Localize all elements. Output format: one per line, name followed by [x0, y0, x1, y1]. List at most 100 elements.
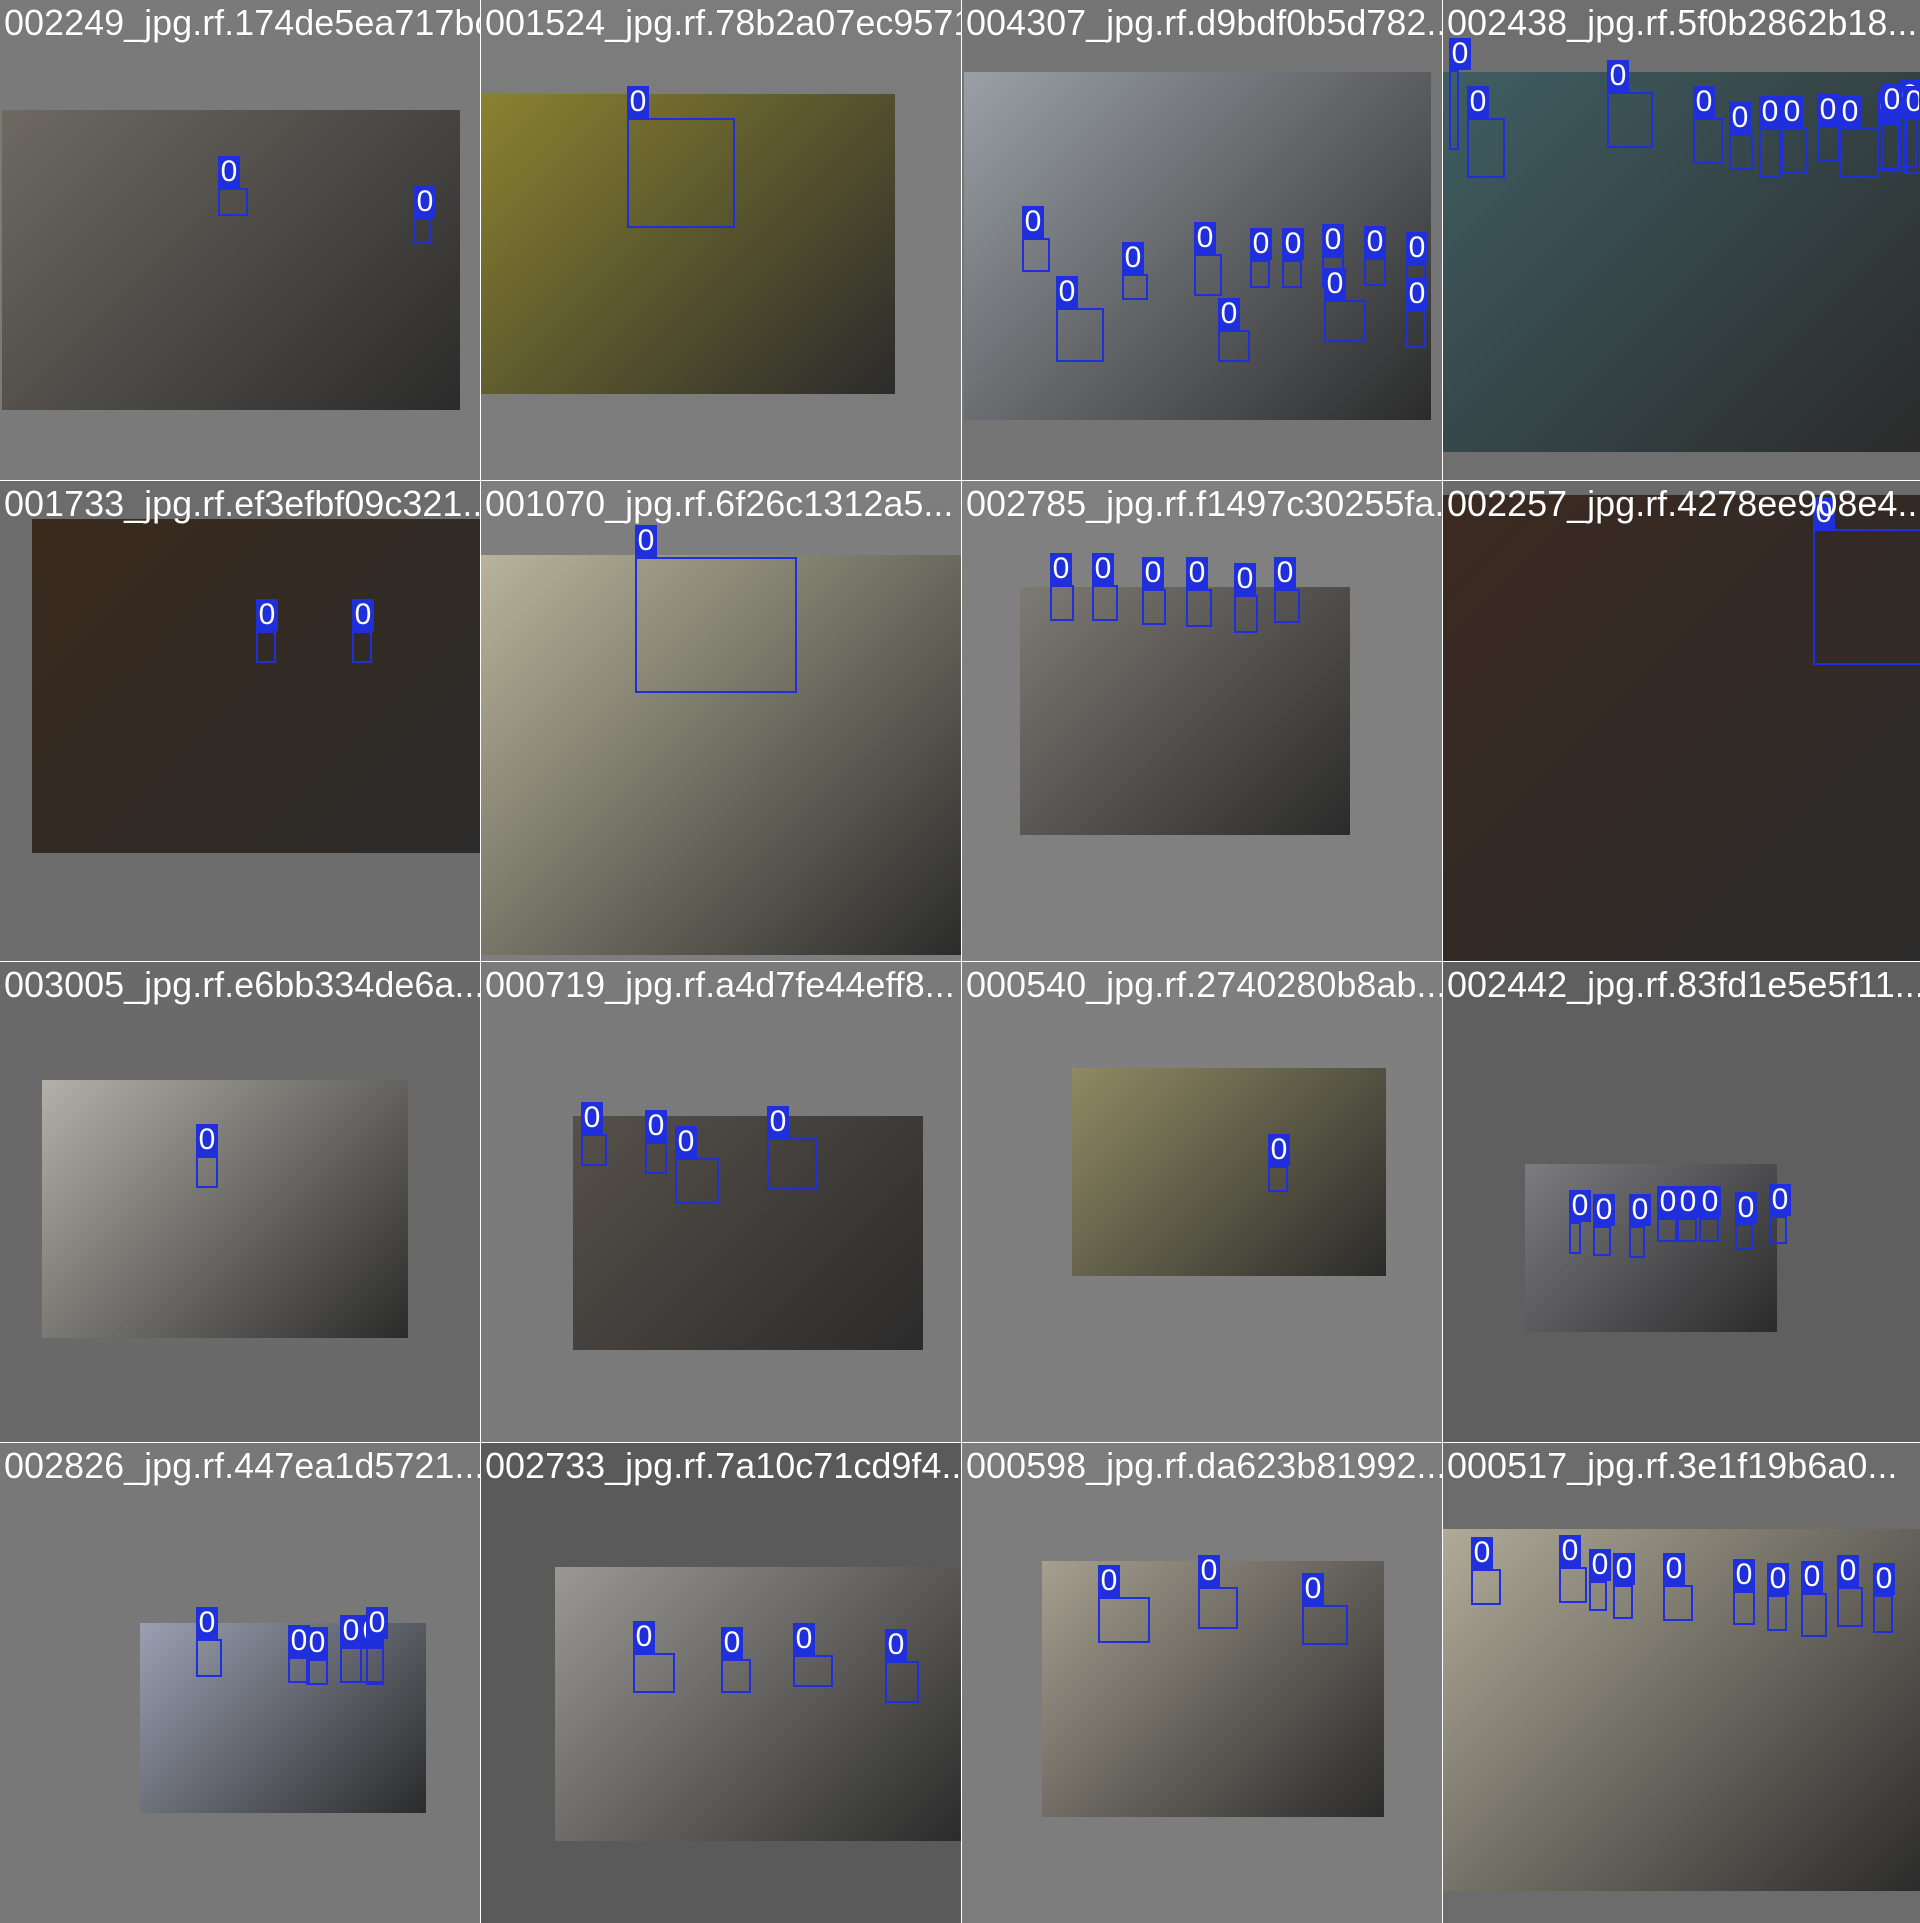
- detection-class-label: 0: [581, 1102, 603, 1134]
- detection-class-label: 0: [1693, 86, 1715, 118]
- detection-box: 0: [885, 1629, 919, 1703]
- image-tile: 0 0 0 0 0 0 0 0 0 0 0 0 004307_jpg.rf.d9bdf0b5d782..…: [962, 0, 1442, 480]
- sample-photo: [555, 1567, 961, 1841]
- detection-box: 0: [645, 1110, 667, 1174]
- image-tile: 0 0 002249_jpg.rf.174de5ea717bc...: [0, 0, 480, 480]
- tile-filename: 001070_jpg.rf.6f26c1312a5...: [485, 483, 954, 524]
- detection-box: 0: [1769, 1184, 1791, 1244]
- detection-class-label: 0: [218, 156, 240, 188]
- sample-photo: [32, 519, 480, 853]
- image-tile: 0 0 0 0 0 0 0 0 0 0 000517_jpg.rf.3e1f19b6a0...: [1443, 1443, 1920, 1923]
- detection-box: 0: [635, 525, 797, 693]
- detection-class-label: 0: [1406, 278, 1428, 310]
- detection-class-label: 0: [885, 1629, 907, 1661]
- detection-class-label: 0: [1274, 557, 1296, 589]
- detection-class-label: 0: [1234, 563, 1256, 595]
- detection-class-label: 0: [1186, 557, 1208, 589]
- detection-box: 0: [352, 599, 374, 663]
- detection-box: 0: [1657, 1186, 1679, 1242]
- detection-class-label: 0: [1194, 222, 1216, 254]
- detection-class-label: 0: [1406, 232, 1428, 264]
- detection-box: 0: [1677, 1186, 1699, 1242]
- detection-box: 0: [1693, 86, 1723, 164]
- image-tile: 00000000000000002438_jpg.rf.5f0b2862b18.…: [1443, 0, 1920, 480]
- detection-box: 0: [1817, 94, 1839, 162]
- detection-class-label: 0: [675, 1126, 697, 1158]
- detection-class-label: 0: [1050, 553, 1072, 585]
- detection-class-label: 0: [1607, 60, 1629, 92]
- tile-filename: 002826_jpg.rf.447ea1d5721...: [4, 1445, 480, 1486]
- detection-class-label: 0: [414, 186, 436, 218]
- detection-box: 0: [1050, 553, 1074, 621]
- detection-box: 0: [1759, 96, 1781, 178]
- detection-box: 0: [414, 186, 436, 244]
- image-tile: 0 001524_jpg.rf.78b2a07ec9571b7d...: [481, 0, 961, 480]
- tile-filename: 000719_jpg.rf.a4d7fe44eff8...: [485, 964, 955, 1005]
- detection-class-label: 0: [1324, 268, 1346, 300]
- detection-class-label: 0: [721, 1627, 743, 1659]
- detection-class-label: 0: [196, 1607, 218, 1639]
- detection-class-label: 0: [1322, 224, 1344, 256]
- detection-box: 0: [1559, 1535, 1587, 1603]
- detection-box: 0: [1364, 226, 1386, 286]
- detection-box: 0: [1589, 1549, 1611, 1611]
- image-tile: 0 003005_jpg.rf.e6bb334de6a...: [0, 962, 480, 1442]
- detection-class-label: 0: [1218, 298, 1240, 330]
- detection-box: 0: [1467, 86, 1505, 178]
- detection-box: 0: [1607, 60, 1653, 148]
- detection-class-label: 0: [767, 1106, 789, 1138]
- detection-class-label: 0: [1559, 1535, 1581, 1567]
- detection-box: 0: [581, 1102, 607, 1166]
- detection-class-label: 0: [645, 1110, 667, 1142]
- detection-class-label: 0: [1122, 242, 1144, 274]
- detection-box: 0: [1839, 96, 1879, 178]
- detection-class-label: 0: [1142, 557, 1164, 589]
- detection-class-label: 0: [1873, 1563, 1895, 1595]
- tile-filename: 002249_jpg.rf.174de5ea717bc...: [4, 2, 480, 43]
- tile-filename: 002257_jpg.rf.4278ee908e4...: [1447, 483, 1920, 524]
- detection-class-label: 0: [366, 1607, 388, 1639]
- tile-filename: 002785_jpg.rf.f1497c30255fa...: [966, 483, 1442, 524]
- detection-box: 0: [721, 1627, 751, 1693]
- detection-box: 0: [1274, 557, 1300, 623]
- detection-box: 0: [1629, 1194, 1651, 1258]
- detection-box: 0: [1092, 553, 1118, 621]
- detection-box: 0: [1098, 1565, 1150, 1643]
- tile-filename: 002438_jpg.rf.5f0b2862b18...: [1447, 2, 1918, 43]
- detection-class-label: 0: [1613, 1553, 1635, 1585]
- detection-class-label: 0: [627, 86, 649, 118]
- detection-class-label: 0: [1801, 1561, 1823, 1593]
- detection-class-label: 0: [1569, 1190, 1591, 1222]
- detection-class-label: 0: [1767, 1563, 1789, 1595]
- image-tile: 000000002826_jpg.rf.447ea1d5721...: [0, 1443, 480, 1923]
- detection-class-label: 0: [306, 1627, 328, 1659]
- detection-class-label: 0: [1663, 1553, 1685, 1585]
- detection-box: 0: [1122, 242, 1148, 300]
- detection-box: 0: [767, 1106, 817, 1190]
- mosaic-grid: 0 0 002249_jpg.rf.174de5ea717bc... 0 001524_…: [0, 0, 1920, 1923]
- detection-box: 0: [1593, 1194, 1615, 1256]
- detection-class-label: 0: [1268, 1134, 1290, 1166]
- tile-filename: 003005_jpg.rf.e6bb334de6a...: [4, 964, 480, 1005]
- detection-box: 0: [1142, 557, 1166, 625]
- detection-box: 0: [1218, 298, 1250, 362]
- detection-class-label: 0: [1022, 206, 1044, 238]
- tile-filename: 004307_jpg.rf.d9bdf0b5d782...: [966, 2, 1442, 43]
- sample-photo: [1072, 1068, 1386, 1276]
- detection-class-label: 0: [1302, 1573, 1324, 1605]
- detection-box: 0: [218, 156, 248, 216]
- detection-box: 0: [633, 1621, 675, 1693]
- image-tile: 0 002257_jpg.rf.4278ee908e4...: [1443, 481, 1920, 961]
- detection-box: 0: [1813, 497, 1920, 665]
- detection-box: 0: [1186, 557, 1212, 627]
- detection-class-label: 0: [1092, 553, 1114, 585]
- tile-filename: 001524_jpg.rf.78b2a07ec9571b7d...: [485, 2, 961, 43]
- sample-photo: [573, 1116, 923, 1350]
- detection-box: 0: [366, 1607, 388, 1685]
- image-tile: 0 0 001733_jpg.rf.ef3efbf09c321...: [0, 481, 480, 961]
- sample-photo: [1020, 587, 1350, 835]
- detection-class-label: 0: [1837, 1555, 1859, 1587]
- detection-class-label: 0: [1677, 1186, 1699, 1218]
- detection-box: 0: [1735, 1192, 1757, 1250]
- detection-box: 0: [1056, 276, 1104, 362]
